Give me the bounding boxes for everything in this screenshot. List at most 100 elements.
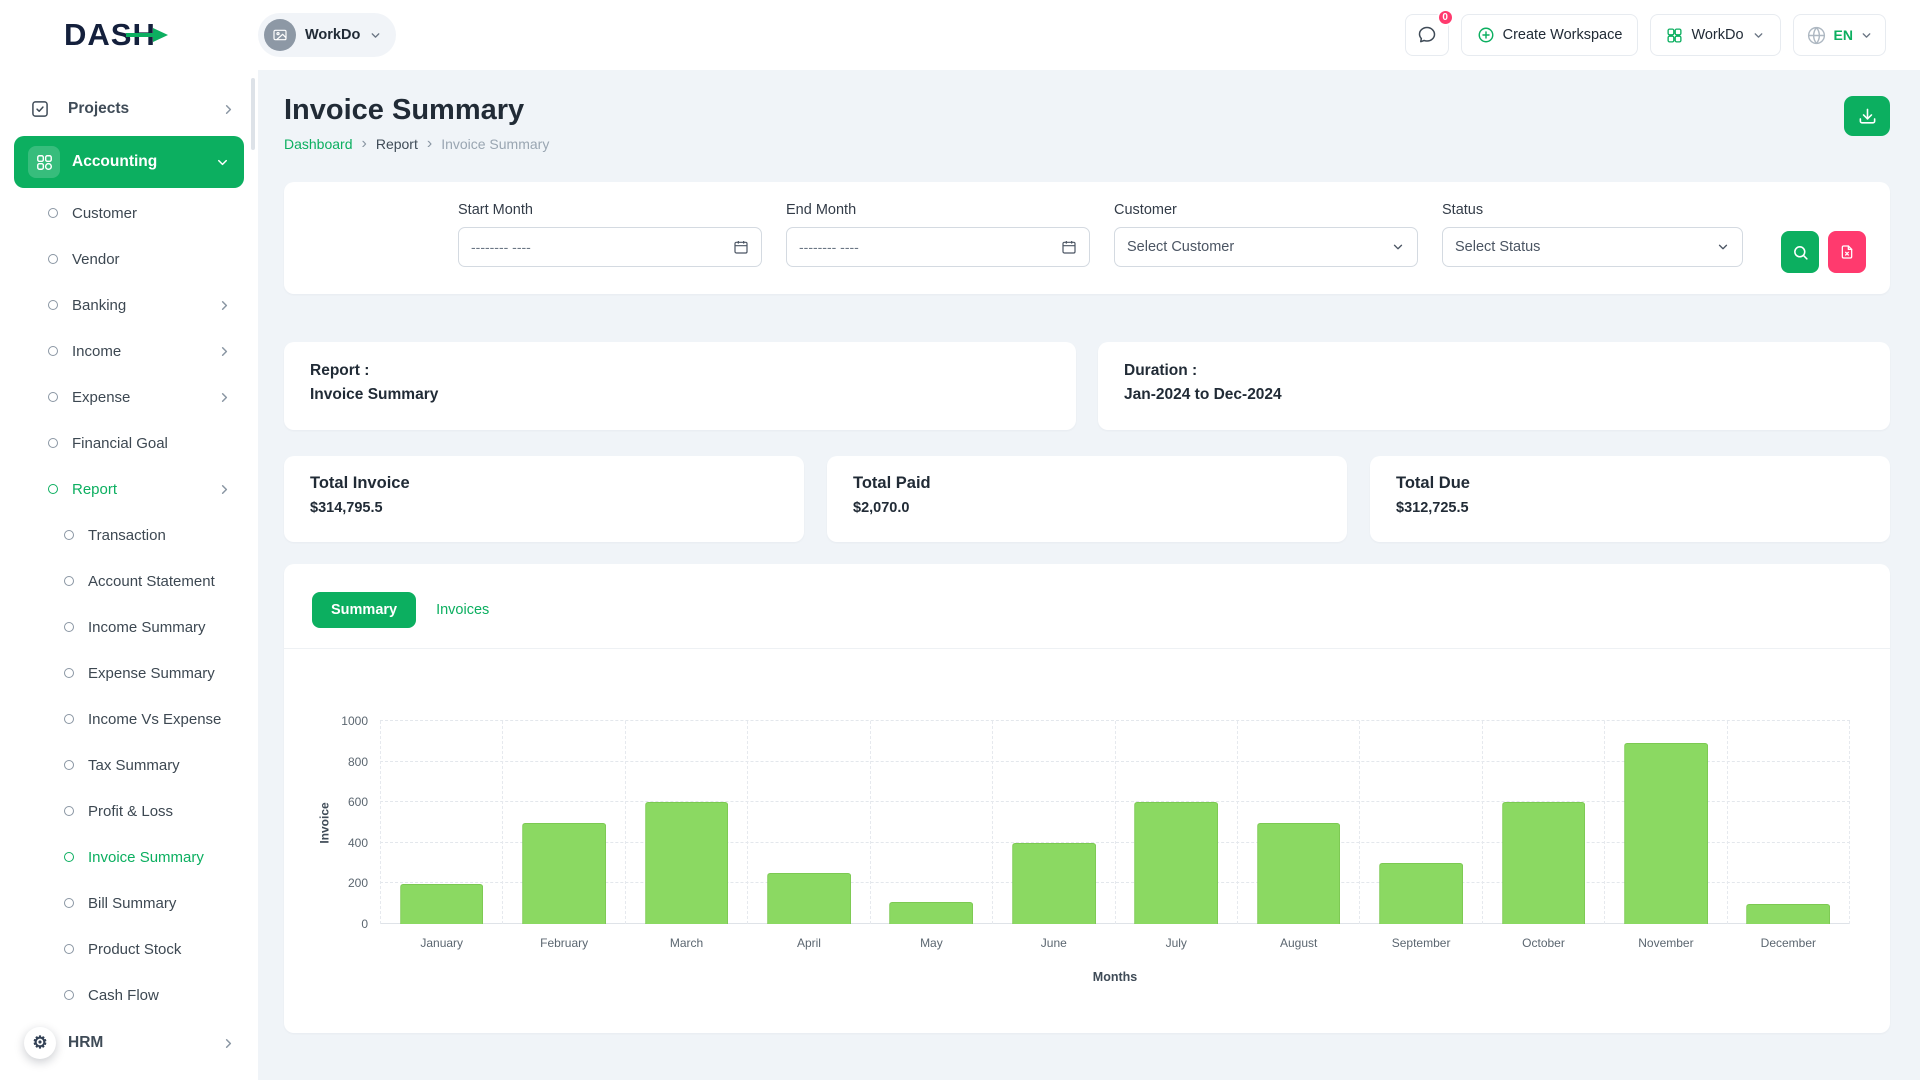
invoice-bar-chart: Invoice 02004006008001000JanuaryFebruary…	[284, 649, 1890, 984]
chevron-down-icon	[1752, 29, 1765, 42]
sidebar-item-tax-summary[interactable]: Tax Summary	[0, 742, 258, 788]
breadcrumb: Dashboard › Report › Invoice Summary	[284, 136, 549, 152]
sidebar-item-customer[interactable]: Customer	[0, 190, 258, 236]
chart-y-tick-label: 800	[324, 755, 368, 769]
sidebar-item-cash-flow[interactable]: Cash Flow	[0, 972, 258, 1018]
sidebar-item-label: Financial Goal	[72, 435, 168, 452]
end-month-value[interactable]	[799, 239, 1061, 255]
workspace-avatar	[264, 19, 296, 51]
customer-field: Customer Select Customer	[1114, 202, 1418, 267]
sidebar-item-projects[interactable]: Projects	[0, 84, 258, 134]
chart-category-march: March	[626, 721, 748, 924]
page-title: Invoice Summary	[284, 94, 549, 127]
sidebar-menu: Projects Accounting CustomerVendorBanking I…	[0, 84, 258, 1068]
calendar-icon[interactable]	[733, 239, 749, 255]
start-month-value[interactable]	[471, 239, 733, 255]
messages-button[interactable]: 0	[1405, 14, 1449, 56]
chart-x-tick-label: March	[626, 936, 747, 950]
bar-april[interactable]	[767, 873, 851, 924]
calendar-icon[interactable]	[1061, 239, 1077, 255]
bar-october[interactable]	[1502, 802, 1586, 924]
ring-bullet-icon	[64, 990, 74, 1000]
total-due-value: $312,725.5	[1396, 500, 1864, 516]
bar-december[interactable]	[1746, 904, 1830, 924]
sidebar-item-label: Account Statement	[88, 573, 215, 590]
sidebar-item-expense[interactable]: Expense	[0, 374, 258, 420]
sidebar-item-label: Income	[72, 343, 121, 360]
language-selector[interactable]: EN	[1793, 14, 1886, 56]
breadcrumb-dashboard-link[interactable]: Dashboard	[284, 136, 353, 152]
sidebar-item-expense-summary[interactable]: Expense Summary	[0, 650, 258, 696]
chevron-down-icon	[369, 29, 382, 42]
breadcrumb-report-link[interactable]: Report	[376, 136, 418, 152]
bar-september[interactable]	[1379, 863, 1463, 924]
chart-category-july: July	[1116, 721, 1238, 924]
workspace-switcher[interactable]: WorkDo	[258, 13, 396, 57]
sidebar-item-transaction[interactable]: Transaction	[0, 512, 258, 558]
bar-march[interactable]	[645, 802, 729, 924]
chart-x-tick-label: May	[871, 936, 992, 950]
tab-invoices[interactable]: Invoices	[436, 602, 489, 618]
chevron-right-icon	[221, 1036, 236, 1051]
sidebar-item-product-stock[interactable]: Product Stock	[0, 926, 258, 972]
start-month-input[interactable]	[458, 227, 762, 267]
sidebar-item-income-vs-expense[interactable]: Income Vs Expense	[0, 696, 258, 742]
sidebar-item-profit-loss[interactable]: Profit & Loss	[0, 788, 258, 834]
chart-x-tick-label: July	[1116, 936, 1237, 950]
chart-tabs: Summary Invoices	[284, 564, 1890, 649]
chevron-right-icon	[221, 102, 236, 117]
check-square-icon	[24, 93, 56, 125]
bar-august[interactable]	[1257, 823, 1341, 925]
chart-x-tick-label: June	[993, 936, 1114, 950]
ring-bullet-icon	[64, 806, 74, 816]
sidebar: Projects Accounting CustomerVendorBanking I…	[0, 0, 258, 1080]
sidebar-item-label: Report	[72, 481, 117, 498]
sidebar-item-financial-goal[interactable]: Financial Goal	[0, 420, 258, 466]
ring-bullet-icon	[48, 346, 58, 356]
sidebar-item-vendor[interactable]: Vendor	[0, 236, 258, 282]
workdo-menu-button[interactable]: WorkDo	[1650, 14, 1780, 56]
bar-june[interactable]	[1012, 843, 1096, 924]
chart-category-june: June	[993, 721, 1115, 924]
bar-july[interactable]	[1134, 802, 1218, 924]
reset-filter-button[interactable]	[1828, 231, 1866, 273]
bar-may[interactable]	[890, 902, 974, 924]
sidebar-item-invoice-summary[interactable]: Invoice Summary	[0, 834, 258, 880]
bar-january[interactable]	[400, 884, 484, 924]
chart-x-tick-label: August	[1238, 936, 1359, 950]
ring-bullet-icon	[64, 576, 74, 586]
plus-circle-icon	[1477, 26, 1495, 44]
chart-x-tick-label: September	[1360, 936, 1481, 950]
sidebar-item-label: Expense	[72, 389, 130, 406]
sidebar-item-accounting[interactable]: Accounting	[14, 136, 244, 188]
chart-x-tick-label: December	[1728, 936, 1849, 950]
create-workspace-button[interactable]: Create Workspace	[1461, 14, 1639, 56]
sidebar-item-label: Bill Summary	[88, 895, 176, 912]
report-label: Report :	[310, 362, 1050, 380]
sidebar-item-income[interactable]: Income	[0, 328, 258, 374]
sidebar-item-bill-summary[interactable]: Bill Summary	[0, 880, 258, 926]
bar-november[interactable]	[1624, 743, 1708, 924]
chart-category-december: December	[1728, 721, 1850, 924]
total-invoice-value: $314,795.5	[310, 500, 778, 516]
sidebar-item-account-statement[interactable]: Account Statement	[0, 558, 258, 604]
sidebar-item-banking[interactable]: Banking	[0, 282, 258, 328]
tab-summary[interactable]: Summary	[312, 592, 416, 628]
sidebar-item-label: Income Vs Expense	[88, 711, 221, 728]
chart-category-september: September	[1360, 721, 1482, 924]
bar-february[interactable]	[522, 823, 606, 925]
end-month-input[interactable]	[786, 227, 1090, 267]
export-button[interactable]	[1844, 96, 1890, 136]
sidebar-item-label: Accounting	[72, 153, 157, 171]
sidebar-item-report[interactable]: Report	[0, 466, 258, 512]
app-logo[interactable]: DASH	[64, 17, 258, 53]
breadcrumb-separator-icon: ›	[427, 136, 432, 152]
ring-bullet-icon	[64, 944, 74, 954]
sidebar-item-income-summary[interactable]: Income Summary	[0, 604, 258, 650]
duration-label: Duration :	[1124, 362, 1864, 380]
sidebar-item-hrm[interactable]: ⚙HRM	[0, 1018, 258, 1068]
status-select[interactable]: Select Status	[1442, 227, 1743, 267]
sidebar-scrollbar[interactable]	[251, 78, 255, 150]
customer-select[interactable]: Select Customer	[1114, 227, 1418, 267]
apply-filter-button[interactable]	[1781, 231, 1819, 273]
